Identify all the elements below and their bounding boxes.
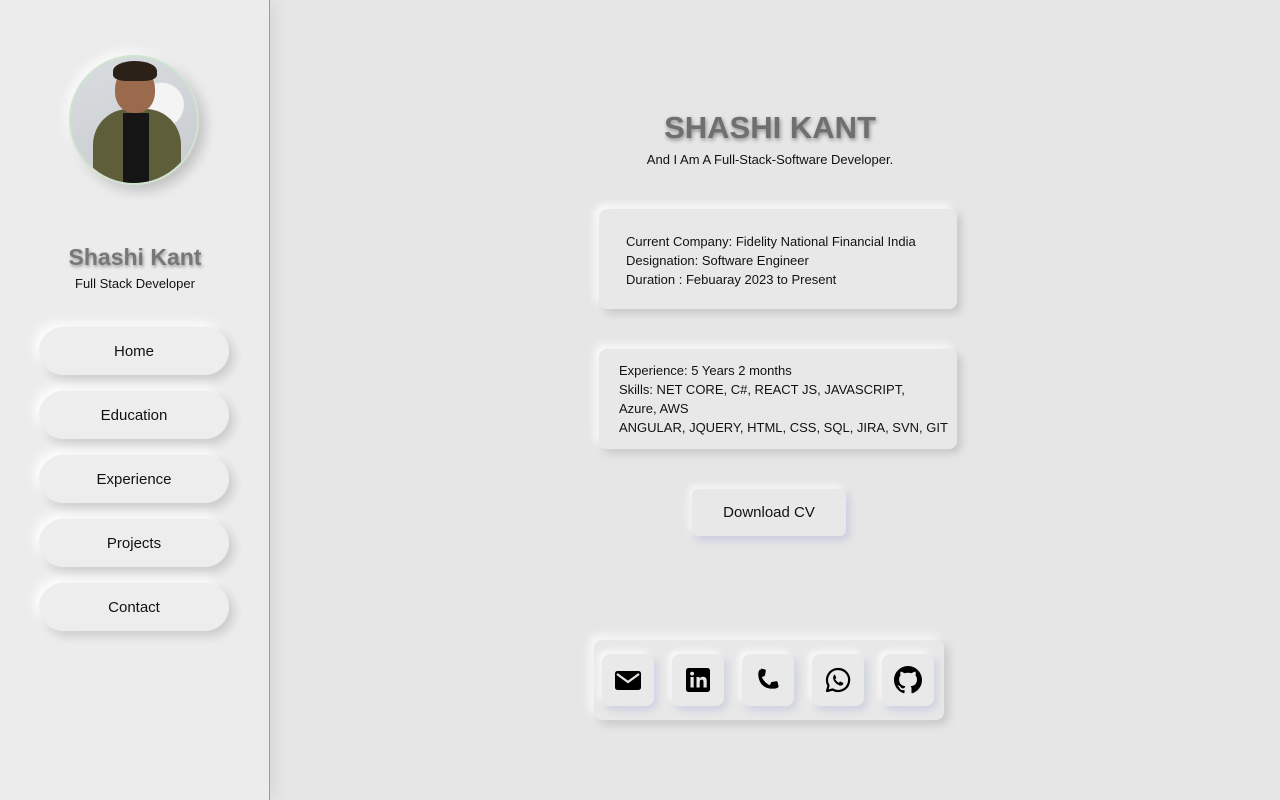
- skills-card: Experience: 5 Years 2 months Skills: NET…: [599, 349, 957, 449]
- linkedin-icon: [684, 666, 712, 694]
- skills-text-3: ANGULAR, JQUERY, HTML, CSS, SQL, JIRA, S…: [619, 420, 948, 435]
- envelope-icon: [614, 666, 642, 694]
- phone-icon: [754, 666, 782, 694]
- sidebar-role: Full Stack Developer: [75, 276, 195, 291]
- experience-text: Experience: 5 Years 2 months: [619, 363, 792, 378]
- whatsapp-icon: [824, 666, 852, 694]
- linkedin-button[interactable]: [672, 654, 724, 706]
- duration-text: Duration : Febuaray 2023 to Present: [626, 272, 837, 287]
- email-button[interactable]: [602, 654, 654, 706]
- nav-experience-button[interactable]: Experience: [39, 455, 229, 503]
- download-cv-button[interactable]: Download CV: [692, 489, 846, 536]
- current-job-card: Current Company: Fidelity National Finan…: [599, 209, 957, 309]
- designation-text: Designation: Software Engineer: [626, 253, 809, 268]
- page-subtitle: And I Am A Full-Stack-Software Developer…: [646, 152, 894, 167]
- skills-text-1: Skills: NET CORE, C#, REACT JS, JAVASCRI…: [619, 382, 905, 397]
- profile-photo: [69, 55, 199, 185]
- social-links-bar: [594, 640, 944, 720]
- sidebar-name: Shashi Kant: [68, 244, 202, 270]
- whatsapp-button[interactable]: [812, 654, 864, 706]
- github-icon: [894, 666, 922, 694]
- skills-text-2: Azure, AWS: [619, 401, 689, 416]
- nav-contact-button[interactable]: Contact: [39, 583, 229, 631]
- current-company-text: Current Company: Fidelity National Finan…: [626, 234, 916, 249]
- nav-home-button[interactable]: Home: [39, 327, 229, 375]
- nav-projects-button[interactable]: Projects: [39, 519, 229, 567]
- github-button[interactable]: [882, 654, 934, 706]
- phone-button[interactable]: [742, 654, 794, 706]
- sidebar: Shashi Kant Full Stack Developer Home Ed…: [0, 0, 270, 800]
- page-title: SHASHI KANT: [664, 110, 876, 145]
- nav-education-button[interactable]: Education: [39, 391, 229, 439]
